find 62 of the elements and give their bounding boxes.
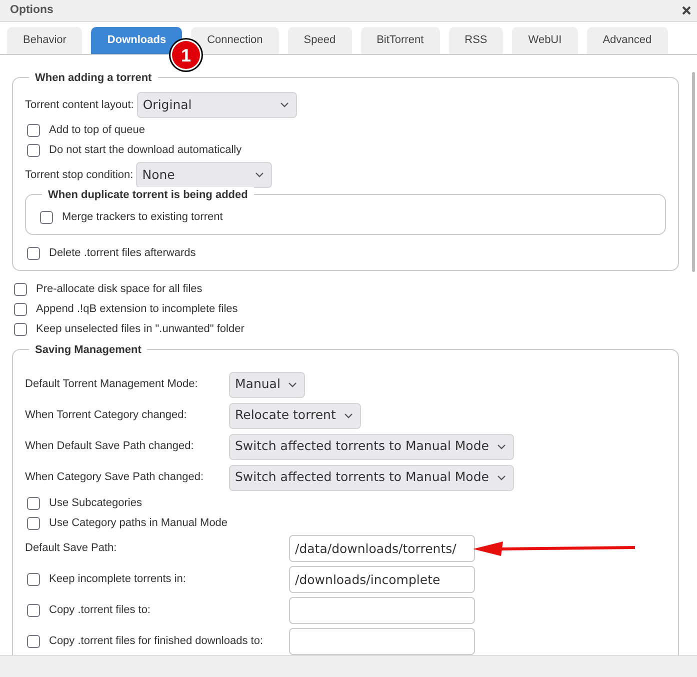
checkbox-label: Use Subcategories (49, 496, 142, 511)
tab[interactable]: Speed (288, 27, 352, 54)
tab[interactable]: Connection (191, 27, 279, 54)
path-field[interactable]: /downloads/incomplete (289, 566, 475, 593)
chevron-icon (280, 102, 289, 108)
field-label: Copy .torrent files to: (49, 603, 150, 618)
chevron-icon (496, 444, 506, 450)
checkbox-label: Do not start the download automatically (49, 142, 242, 158)
tab[interactable]: RSS (448, 27, 504, 54)
checkbox[interactable] (27, 573, 40, 586)
group-legend: Saving Management (29, 342, 148, 358)
field-label: Default Save Path: (25, 541, 118, 556)
tab[interactable]: Downloads (91, 27, 182, 54)
path-field[interactable] (289, 628, 475, 655)
checkbox[interactable] (14, 322, 27, 336)
checkbox[interactable] (14, 302, 27, 316)
group-legend: When adding a torrent (29, 70, 158, 86)
path-field[interactable] (289, 597, 475, 624)
checkbox-label: Keep unselected files in ".unwanted" folder (36, 322, 244, 337)
checkbox[interactable] (27, 635, 40, 648)
field-label: Torrent content layout: (25, 98, 134, 113)
checkbox[interactable] (40, 210, 53, 224)
checkbox-label: Pre-allocate disk space for all files (36, 282, 202, 297)
chevron-icon (496, 474, 506, 480)
checkbox[interactable] (27, 496, 40, 510)
field-label: Keep incomplete torrents in: (49, 572, 186, 588)
field-label: Copy .torrent files for finished downloads to: (49, 634, 264, 650)
chevron-icon (288, 382, 298, 388)
chevron-icon (255, 172, 264, 178)
dropdown[interactable]: Switch affected torrents to Manual Mode (229, 434, 514, 460)
checkbox-label: Merge trackers to existing torrent (62, 210, 223, 225)
checkbox[interactable] (27, 516, 40, 530)
tab[interactable]: BitTorrent (360, 27, 440, 54)
dropdown[interactable]: Manual (229, 372, 306, 398)
path-field[interactable]: /data/downloads/torrents/ (289, 535, 475, 562)
field-label: When Torrent Category changed: (25, 408, 188, 424)
tab[interactable]: Behavior (7, 27, 82, 54)
checkbox[interactable] (27, 246, 40, 260)
checkbox-label: Add to top of queue (49, 122, 146, 138)
group-legend: When duplicate torrent is being added (42, 187, 254, 204)
window-title: Options (10, 2, 54, 18)
field-label: Torrent stop condition: (25, 168, 134, 183)
checkbox[interactable] (27, 604, 40, 617)
dropdown[interactable]: Original (136, 92, 297, 118)
checkbox-label: Use Category paths in Manual Mode (49, 516, 228, 531)
field-label: When Category Save Path changed: (25, 470, 205, 486)
tab[interactable]: Advanced (586, 27, 668, 54)
scrollbar-thumb[interactable] (692, 72, 695, 272)
callout-badge: 1 (169, 38, 203, 72)
tab[interactable]: WebUI (512, 27, 578, 54)
dropdown[interactable]: Switch affected torrents to Manual Mode (229, 464, 514, 490)
dropdown[interactable]: None (136, 162, 272, 188)
field-label: Default Torrent Management Mode: (25, 377, 199, 392)
checkbox-label: Append .!qB extension to incomplete files (36, 302, 238, 317)
dropdown[interactable]: Relocate torrent (229, 402, 361, 428)
checkbox[interactable] (27, 144, 40, 156)
chevron-icon (344, 412, 353, 418)
close-icon[interactable] (682, 6, 691, 15)
field-label: When Default Save Path changed: (25, 439, 195, 454)
checkbox[interactable] (14, 282, 27, 296)
checkbox-label: Delete .torrent files afterwards (49, 246, 196, 261)
checkbox[interactable] (27, 124, 40, 136)
